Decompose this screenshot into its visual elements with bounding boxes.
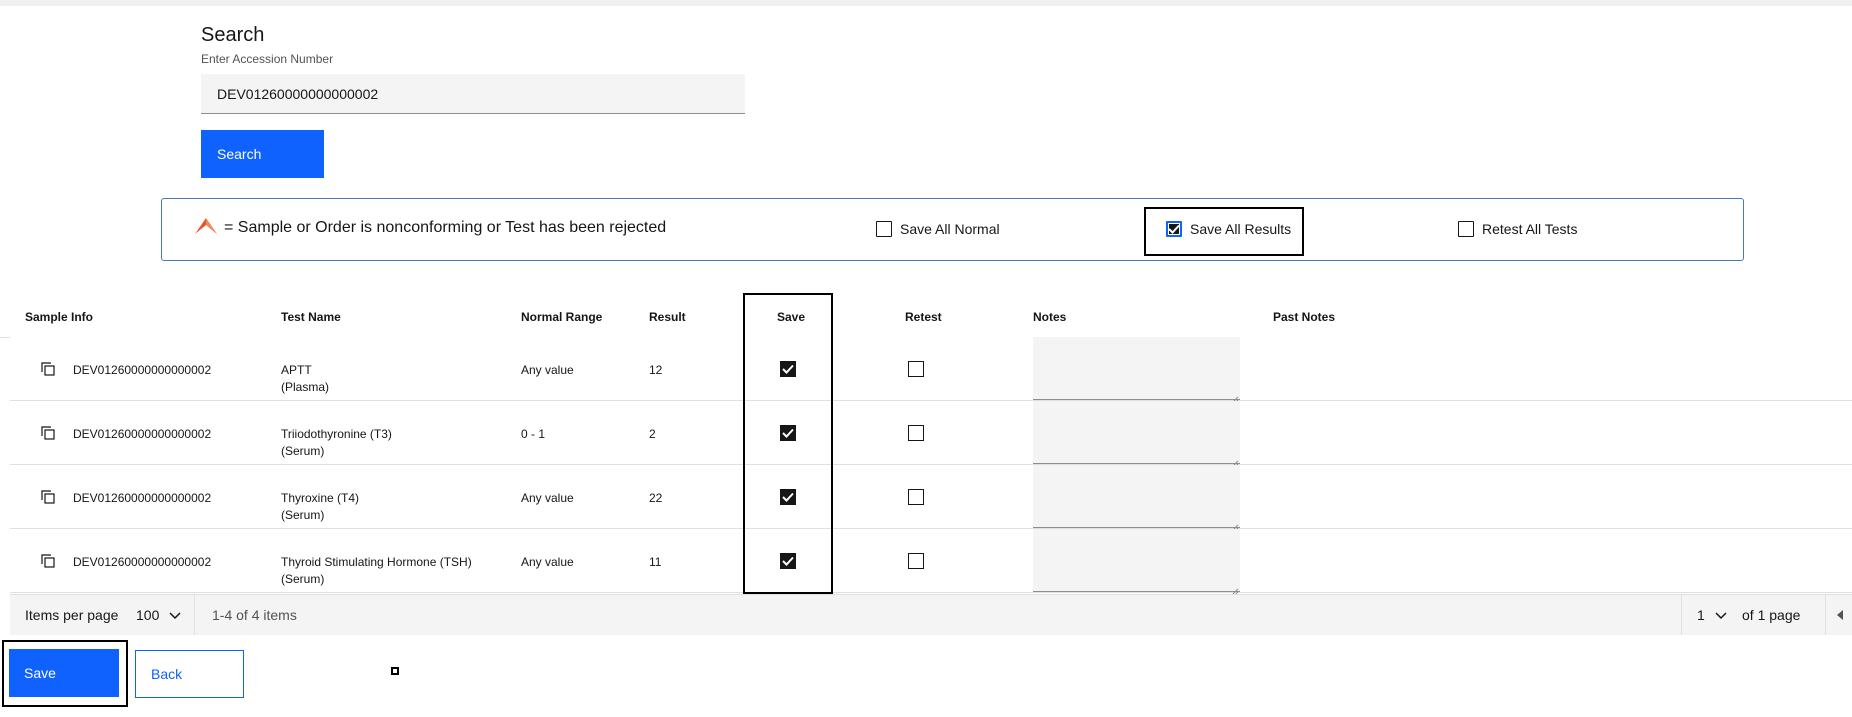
pagination-divider bbox=[1825, 595, 1826, 635]
accession-number-label: Enter Accession Number bbox=[201, 52, 334, 66]
header-normal-range: Normal Range bbox=[521, 310, 603, 324]
resize-grip-icon[interactable] bbox=[1231, 455, 1239, 468]
test-name: Thyroid Stimulating Hormone (TSH) bbox=[281, 555, 472, 569]
notes-textarea[interactable] bbox=[1033, 337, 1240, 400]
header-test-name: Test Name bbox=[281, 310, 341, 324]
sample-accession: DEV01260000000000002 bbox=[73, 491, 212, 505]
save-all-normal-option[interactable]: Save All Normal bbox=[876, 221, 1000, 237]
copy-icon[interactable] bbox=[40, 361, 56, 377]
cursor-marker bbox=[391, 667, 399, 675]
legend-text: = Sample or Order is nonconforming or Te… bbox=[224, 219, 667, 236]
accession-number-input[interactable] bbox=[201, 74, 745, 114]
sample-accession: DEV01260000000000002 bbox=[73, 363, 212, 377]
retest-checkbox[interactable] bbox=[908, 425, 924, 441]
copy-icon[interactable] bbox=[40, 553, 56, 569]
of-pages-text: of 1 page bbox=[1742, 607, 1801, 623]
sample-accession: DEV01260000000000002 bbox=[73, 427, 212, 441]
nonconforming-flag-icon bbox=[195, 218, 217, 234]
table-row: DEV01260000000000002 Thyroxine (T4) (Serum… bbox=[10, 465, 1852, 532]
page-select[interactable]: 1 bbox=[1697, 607, 1727, 623]
resize-grip-icon[interactable] bbox=[1231, 391, 1239, 404]
normal-range: 0 - 1 bbox=[521, 427, 546, 441]
previous-page-icon[interactable] bbox=[1836, 610, 1844, 620]
items-per-page-select[interactable]: 100 bbox=[136, 607, 181, 623]
resize-grip-icon[interactable] bbox=[1231, 519, 1239, 532]
chevron-down-icon bbox=[169, 612, 181, 620]
header-retest: Retest bbox=[905, 310, 942, 324]
items-range-text: 1-4 of 4 items bbox=[212, 607, 297, 623]
table-row: DEV01260000000000002 Thyroid Stimulating … bbox=[10, 529, 1852, 596]
normal-range: Any value bbox=[521, 491, 574, 505]
result-value: 12 bbox=[649, 363, 663, 377]
specimen-type: (Serum) bbox=[281, 572, 325, 586]
normal-range: Any value bbox=[521, 555, 574, 569]
result-value: 2 bbox=[649, 427, 656, 441]
pagination-divider bbox=[194, 595, 195, 635]
test-name: APTT bbox=[281, 363, 312, 377]
retest-checkbox[interactable] bbox=[908, 553, 924, 569]
chevron-down-icon bbox=[1715, 612, 1727, 620]
save-column-highlight bbox=[743, 293, 833, 594]
header-notes: Notes bbox=[1033, 310, 1067, 324]
table-row: DEV01260000000000002 Triiodothyronine (T3… bbox=[10, 401, 1852, 468]
specimen-type: (Plasma) bbox=[281, 380, 330, 394]
table-row: DEV01260000000000002 APTT (Plasma) Any valu… bbox=[10, 337, 1852, 404]
notes-textarea[interactable] bbox=[1033, 529, 1240, 592]
retest-all-tests-checkbox[interactable] bbox=[1458, 221, 1474, 237]
result-value: 11 bbox=[649, 555, 662, 569]
save-all-results-label: Save All Results bbox=[1190, 221, 1292, 237]
save-all-results-option[interactable]: Save All Results bbox=[1166, 221, 1291, 237]
specimen-type: (Serum) bbox=[281, 508, 325, 522]
test-name: Thyroxine (T4) bbox=[281, 491, 360, 505]
copy-icon[interactable] bbox=[40, 425, 56, 441]
pagination-divider bbox=[1681, 595, 1682, 635]
pagination-bar: Items per page 100 1-4 of 4 items 1 of 1… bbox=[10, 594, 1852, 635]
header-sample-info: Sample Info bbox=[25, 310, 94, 324]
header-result: Result bbox=[649, 310, 686, 324]
items-per-page-label: Items per page bbox=[25, 607, 119, 623]
save-all-normal-checkbox[interactable] bbox=[876, 221, 892, 237]
specimen-type: (Serum) bbox=[281, 444, 325, 458]
resize-grip-icon[interactable] bbox=[1231, 583, 1239, 596]
sample-accession: DEV01260000000000002 bbox=[73, 555, 212, 569]
normal-range: Any value bbox=[521, 363, 574, 377]
search-title: Search bbox=[201, 24, 265, 46]
notes-textarea[interactable] bbox=[1033, 401, 1240, 464]
notes-textarea[interactable] bbox=[1033, 465, 1240, 528]
top-bar bbox=[0, 0, 1852, 6]
retest-all-tests-option[interactable]: Retest All Tests bbox=[1458, 221, 1577, 237]
search-button[interactable]: Search bbox=[201, 130, 324, 178]
back-button[interactable]: Back bbox=[135, 650, 244, 698]
save-all-normal-label: Save All Normal bbox=[900, 221, 1000, 237]
retest-all-tests-label: Retest All Tests bbox=[1482, 221, 1578, 237]
header-past-notes: Past Notes bbox=[1273, 310, 1336, 324]
retest-checkbox[interactable] bbox=[908, 361, 924, 377]
save-all-results-checkbox[interactable] bbox=[1166, 221, 1182, 237]
save-button[interactable]: Save bbox=[9, 649, 119, 697]
test-name: Triiodothyronine (T3) bbox=[281, 427, 392, 441]
copy-icon[interactable] bbox=[40, 489, 56, 505]
result-value: 22 bbox=[649, 491, 663, 505]
retest-checkbox[interactable] bbox=[908, 489, 924, 505]
